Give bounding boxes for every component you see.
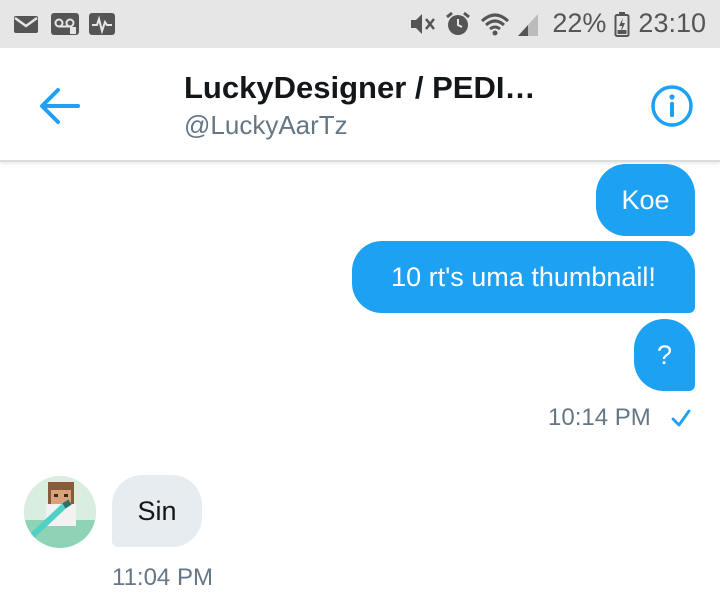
outgoing-message[interactable]: 10 rt's uma thumbnail!	[352, 241, 695, 313]
message-text: ?	[656, 340, 673, 370]
activity-icon	[88, 10, 116, 38]
conversation-header: LuckyDesigner / PEDI… @LuckyAarTz	[0, 48, 720, 162]
incoming-message[interactable]: Sin	[112, 475, 202, 547]
info-icon	[651, 85, 693, 127]
message-timestamp: 11:04 PM	[112, 564, 213, 591]
back-arrow-icon	[40, 88, 80, 124]
notification-icons	[12, 10, 116, 38]
message-text: Sin	[137, 495, 177, 526]
outgoing-message[interactable]: Koe	[596, 164, 695, 236]
alarm-icon	[444, 10, 472, 38]
message-text: 10 rt's uma thumbnail!	[391, 262, 656, 292]
battery-icon	[614, 10, 630, 38]
message-text: Koe	[621, 185, 670, 215]
back-button[interactable]	[32, 82, 84, 130]
wifi-icon	[480, 10, 510, 38]
battery-percent: 22%	[552, 8, 607, 38]
system-indicators: 22% 23:10	[408, 8, 706, 39]
conversation-handle: @LuckyAarTz	[184, 110, 348, 140]
conversation-title-block[interactable]: LuckyDesigner / PEDI… @LuckyAarTz	[184, 70, 604, 141]
mail-icon	[12, 10, 40, 38]
status-bar: 22% 23:10	[0, 0, 720, 48]
voicemail-icon	[50, 10, 79, 38]
outgoing-message[interactable]: ?	[634, 319, 695, 391]
mute-icon	[408, 10, 436, 38]
message-timestamp: 10:14 PM	[548, 404, 651, 431]
info-button[interactable]	[648, 82, 696, 130]
signal-icon	[516, 10, 544, 38]
conversation-title: LuckyDesigner / PEDI…	[184, 70, 536, 105]
read-check-icon	[671, 409, 691, 427]
clock: 23:10	[638, 8, 706, 38]
avatar[interactable]	[24, 476, 96, 548]
